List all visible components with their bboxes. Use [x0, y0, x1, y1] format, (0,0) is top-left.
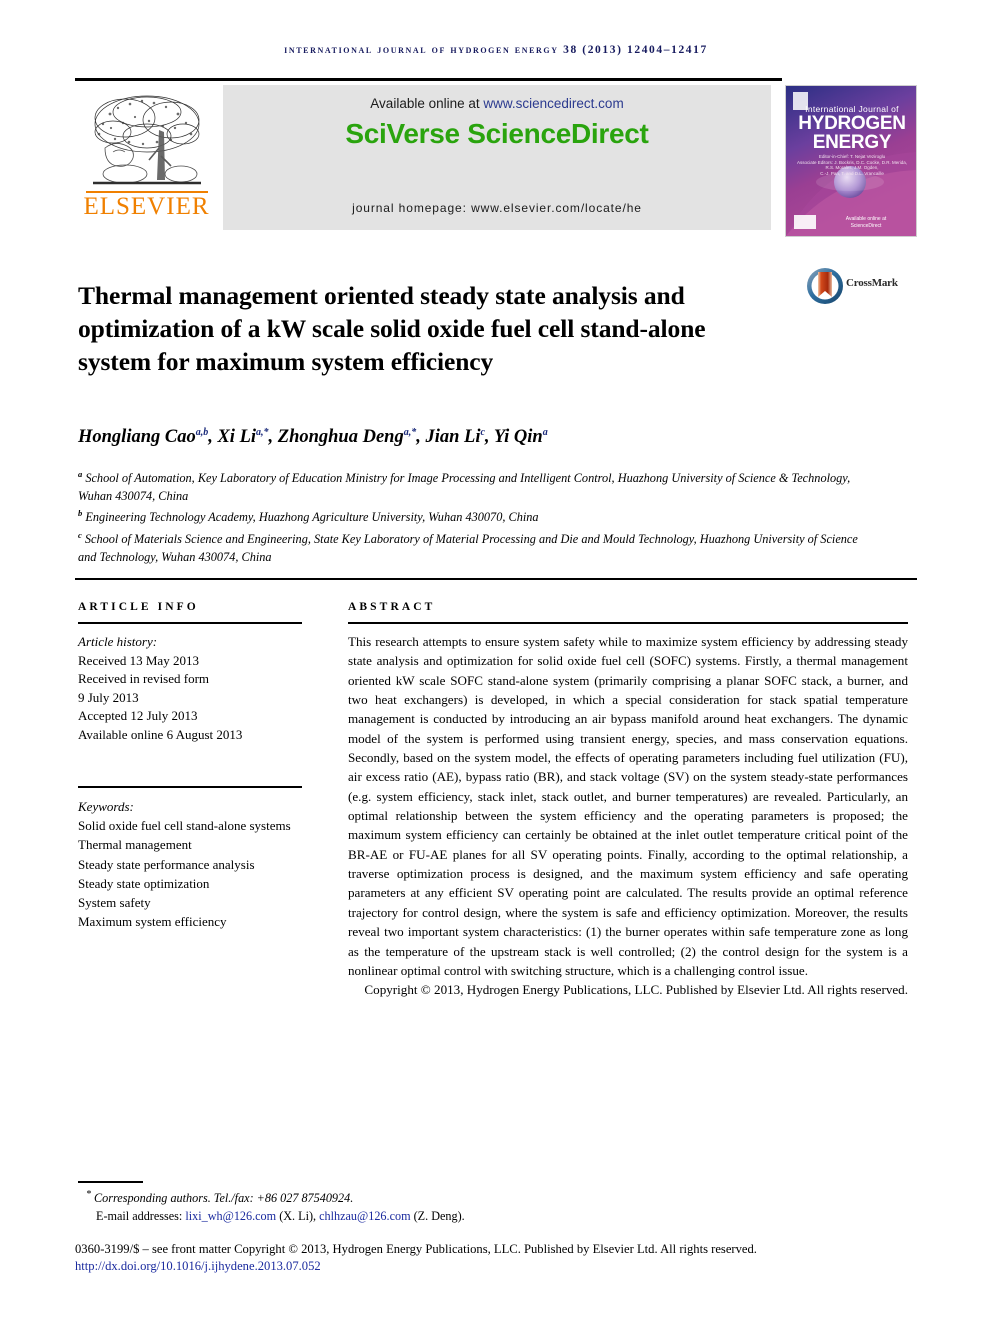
affiliation-mark: b: [78, 508, 83, 519]
abstract-copyright: Copyright © 2013, Hydrogen Energy Public…: [364, 982, 908, 998]
keyword-item-4: System safety: [78, 895, 151, 911]
footnote-divider: [78, 1181, 143, 1183]
abstract-heading: ABSTRACT: [348, 601, 436, 613]
elsevier-logo-block: ELSEVIER: [75, 85, 218, 237]
corresponding-author-text: Corresponding authors. Tel./fax: +86 027…: [94, 1191, 354, 1206]
keywords-label: Keywords:: [78, 799, 134, 814]
asterisk-icon: *: [86, 1189, 91, 1200]
abstract-rule: [348, 622, 908, 625]
keywords-rule: [78, 786, 302, 789]
article-info-rule: [78, 622, 302, 625]
journal-article-page: International Journal of Hydrogen Energy…: [0, 0, 992, 1323]
cover-title-line2: ENERGY: [812, 132, 892, 153]
keyword-item-2: Steady state performance analysis: [78, 856, 255, 872]
sciencedirect-block: Available online at www.sciencedirect.co…: [223, 85, 771, 230]
journal-banner: ELSEVIER Available online at www.science…: [75, 85, 917, 237]
crossmark-badge[interactable]: CrossMark: [806, 264, 918, 308]
available-prefix: Available online at: [370, 96, 484, 111]
cover-bottom-mark: [794, 215, 816, 229]
article-title: Thermal management oriented steady state…: [78, 281, 706, 377]
footnotes: * Corresponding authors. Tel./fax: +86 0…: [78, 1186, 918, 1225]
cover-bottom-text: Available online at ScienceDirect: [845, 216, 887, 229]
journal-cover-thumbnail[interactable]: International Journal of HYDROGEN ENERGY…: [785, 85, 917, 237]
author-name: Hongliang Cao: [78, 427, 196, 448]
email-owner-1: (X. Li),: [276, 1208, 320, 1223]
corresponding-author-note: * Corresponding authors. Tel./fax: +86 0…: [78, 1186, 918, 1208]
history-item-1: Received in revised form: [78, 671, 210, 687]
running-head: International Journal of Hydrogen Energy…: [284, 44, 708, 56]
article-history: Article history: Received 13 May 2013 Re…: [78, 633, 318, 745]
author-affiliation-mark: a,*: [256, 427, 269, 438]
affiliation-mark: a: [78, 469, 83, 479]
affiliation-item: c School of Materials Science and Engine…: [78, 529, 858, 564]
author-name: Yi Qin: [493, 427, 543, 448]
author-name: Zhonghua Deng: [277, 427, 404, 448]
abstract-body: This research attempts to ensure system …: [348, 632, 908, 1000]
author-name: Jian Li: [425, 427, 481, 448]
email-note: E-mail addresses: lixi_wh@126.com (X. Li…: [78, 1208, 918, 1226]
elsevier-tree-icon: [93, 95, 201, 185]
keyword-item-3: Steady state optimization: [78, 875, 210, 891]
author-affiliation-mark: a: [542, 427, 548, 438]
history-item-0: Received 13 May 2013: [78, 652, 199, 668]
author-list: Hongliang Caoa,b, Xi Lia,*, Zhonghua Den…: [78, 427, 548, 448]
front-matter-line: 0360-3199/$ – see front matter Copyright…: [75, 1242, 757, 1256]
available-online-line: Available online at www.sciencedirect.co…: [223, 96, 771, 111]
history-item-2: 9 July 2013: [78, 689, 139, 705]
affiliation-item: a School of Automation, Key Laboratory o…: [78, 469, 851, 503]
abstract-text: This research attempts to ensure system …: [348, 634, 908, 978]
author-name: Xi Li: [217, 427, 257, 448]
author-affiliation-mark: a,*: [403, 427, 417, 438]
email-label: E-mail addresses:: [96, 1208, 186, 1223]
article-info-heading: ARTICLE INFO: [78, 601, 199, 613]
affiliation-mark: c: [78, 529, 82, 540]
sciverse-sciencedirect-wordmark: SciVerse ScienceDirect: [345, 118, 649, 149]
article-history-label: Article history:: [78, 634, 158, 649]
author-affiliation-mark: c: [480, 427, 485, 438]
history-item-4: Available online 6 August 2013: [78, 726, 243, 742]
sciencedirect-url[interactable]: www.sciencedirect.com: [483, 96, 623, 111]
email-owner-2: (Z. Deng).: [410, 1208, 465, 1223]
crossmark-icon: [807, 268, 843, 304]
crossmark-label: CrossMark: [846, 277, 898, 289]
keyword-list: Keywords: Solid oxide fuel cell stand-al…: [78, 797, 304, 931]
info-section-top-rule: [75, 578, 917, 581]
journal-homepage-line[interactable]: journal homepage: www.elsevier.com/locat…: [223, 201, 771, 215]
keyword-item-0: Solid oxide fuel cell stand-alone system…: [78, 818, 291, 834]
affiliation-list: a School of Automation, Key Laboratory o…: [78, 466, 868, 566]
email-link-2[interactable]: chlhzau@126.com: [319, 1209, 410, 1223]
email-link-1[interactable]: lixi_wh@126.com: [185, 1209, 276, 1223]
author-affiliation-mark: a,b: [195, 427, 209, 438]
keyword-item-5: Maximum system efficiency: [78, 914, 227, 930]
keyword-item-1: Thermal management: [78, 837, 192, 853]
elsevier-wordmark: ELSEVIER: [83, 193, 210, 220]
affiliation-item: b Engineering Technology Academy, Huazho…: [78, 508, 539, 525]
cover-title-line1: HYDROGEN: [798, 113, 906, 134]
doi-link[interactable]: http://dx.doi.org/10.1016/j.ijhydene.201…: [75, 1259, 321, 1274]
history-item-3: Accepted 12 July 2013: [78, 708, 198, 724]
header-divider: [75, 78, 782, 81]
cover-editors-text: Editor-in-Chief: T. Nejat Veziroglu Asso…: [796, 154, 908, 176]
